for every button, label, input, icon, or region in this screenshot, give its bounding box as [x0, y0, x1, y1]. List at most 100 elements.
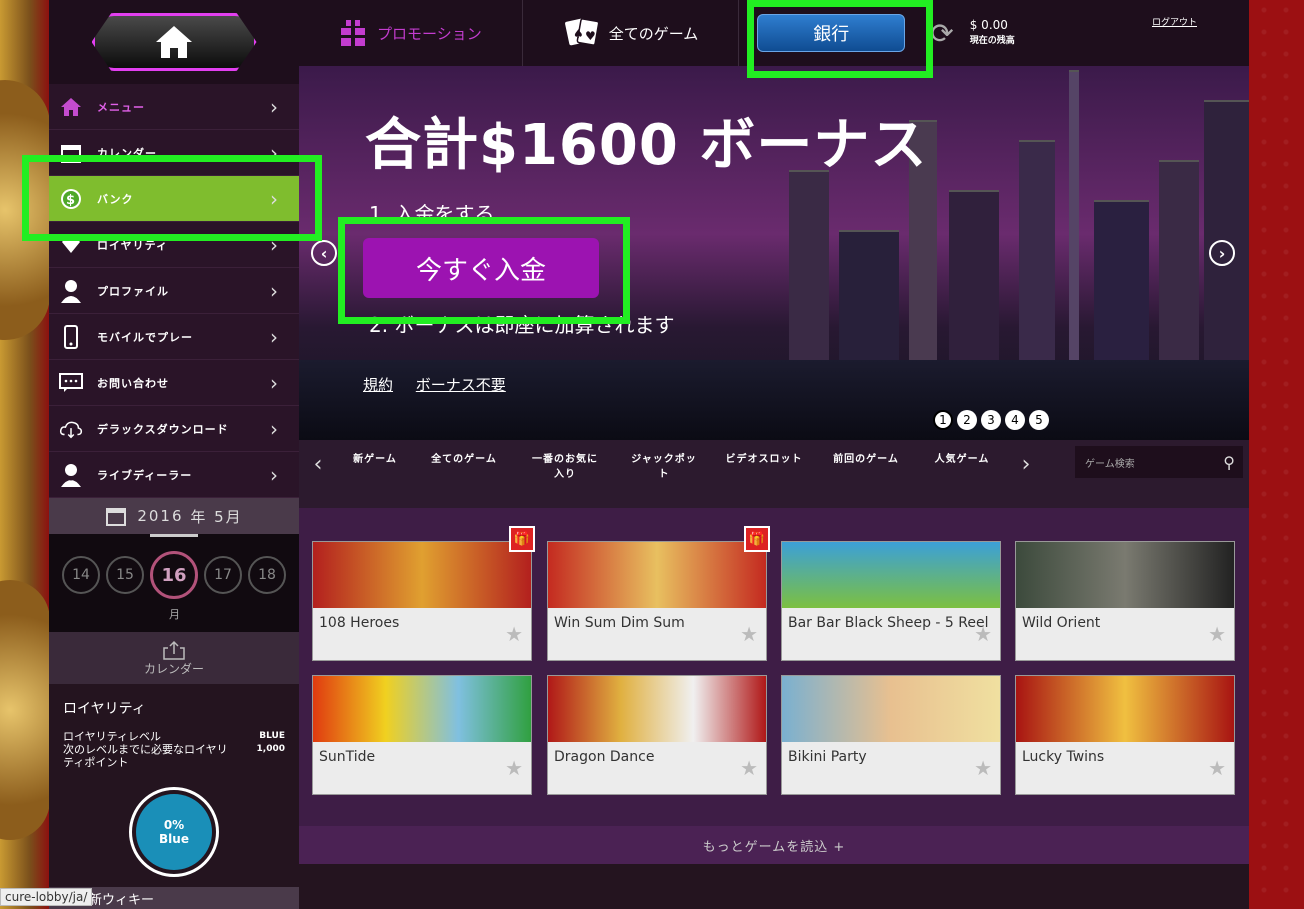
game-card[interactable]: Win Sum Dim Sum ★ 🎁	[547, 526, 770, 661]
share-icon	[163, 640, 185, 660]
gauge-level: Blue	[159, 832, 189, 846]
cards-icon: ♠ ♥	[564, 18, 600, 46]
game-thumbnail	[782, 676, 1000, 742]
decorative-coins	[0, 0, 50, 909]
terms-link[interactable]: 規約	[363, 376, 393, 394]
game-card[interactable]: SunTide ★	[312, 675, 532, 795]
sidebar-item-label: プロファイル	[97, 284, 169, 298]
balance-display: $ 0.00 現在の残高	[970, 18, 1015, 48]
category-prev-icon[interactable]: ‹	[299, 452, 337, 477]
calendar-day[interactable]: 15	[106, 556, 144, 594]
favorite-star-icon[interactable]: ★	[505, 622, 523, 646]
game-thumbnail	[313, 676, 531, 742]
sidebar-item-live-dealer[interactable]: ライブディーラー ›	[49, 452, 299, 498]
banner-page-dot[interactable]: 4	[1005, 410, 1025, 430]
game-thumbnail	[1016, 542, 1234, 608]
skyline-building	[1204, 100, 1249, 360]
game-card[interactable]: Bikini Party ★	[781, 675, 1001, 795]
game-card[interactable]: Dragon Dance ★	[547, 675, 767, 795]
game-title: Bikini Party	[788, 749, 867, 765]
sidebar-item-label: メニュー	[97, 100, 145, 114]
game-card[interactable]: Wild Orient ★	[1015, 541, 1235, 661]
category-popular[interactable]: 人気ゲーム	[929, 452, 995, 467]
sidebar-item-label: ライブディーラー	[97, 468, 193, 482]
water	[299, 360, 1249, 440]
loyalty-level-label: ロイヤリティレベル	[63, 730, 162, 743]
game-card[interactable]: Lucky Twins ★	[1015, 675, 1235, 795]
load-more-button[interactable]: もっとゲームを読込 +	[299, 826, 1249, 864]
calendar-month: 5月	[214, 507, 243, 526]
favorite-star-icon[interactable]: ★	[1208, 622, 1226, 646]
game-card[interactable]: Bar Bar Black Sheep - 5 Reel ★	[781, 541, 1001, 661]
favorite-star-icon[interactable]: ★	[505, 756, 523, 780]
calendar-day[interactable]: 14	[62, 556, 100, 594]
banner-page-dot[interactable]: 1	[933, 410, 953, 430]
favorite-star-icon[interactable]: ★	[1208, 756, 1226, 780]
banner-pagination: 1 2 3 4 5	[933, 410, 1049, 430]
game-title: Wild Orient	[1022, 615, 1101, 631]
game-title: SunTide	[319, 749, 376, 765]
favorite-star-icon[interactable]: ★	[974, 756, 992, 780]
chevron-right-icon: ›	[1218, 243, 1226, 263]
sidebar-item-mobile[interactable]: モバイルでプレー ›	[49, 314, 299, 360]
sidebar-item-menu[interactable]: メニュー ›	[49, 84, 299, 130]
loyalty-points-label: 次のレベルまでに必要なロイヤリティポイント	[63, 743, 228, 769]
category-favorites[interactable]: 一番のお気に入り	[527, 452, 603, 482]
game-card[interactable]: 108 Heroes ★ 🎁	[312, 526, 535, 661]
sidebar-item-download[interactable]: デラックスダウンロード ›	[49, 406, 299, 452]
skyline-building	[1094, 200, 1149, 360]
category-all[interactable]: 全てのゲーム	[425, 452, 503, 467]
banner-page-dot[interactable]: 5	[1029, 410, 1049, 430]
calendar-day-today[interactable]: 16	[150, 551, 198, 599]
search-icon[interactable]: ⚲	[1223, 453, 1235, 472]
category-video-slots[interactable]: ビデオスロット	[725, 452, 803, 467]
logout-link[interactable]: ログアウト	[1152, 15, 1197, 28]
sidebar-item-label: お問い合わせ	[97, 376, 169, 390]
gift-icon: 🎁	[744, 526, 770, 552]
cloud-download-icon	[59, 417, 83, 441]
dealer-icon	[59, 463, 83, 487]
all-games-tab[interactable]: ♠ ♥ 全てのゲーム	[523, 0, 740, 66]
banner-next-button[interactable]: ›	[1209, 240, 1235, 266]
game-title: Bar Bar Black Sheep - 5 Reel	[788, 615, 989, 631]
balance-amount: $ 0.00	[969, 18, 1008, 32]
calendar-day[interactable]: 18	[248, 556, 286, 594]
favorite-star-icon[interactable]: ★	[740, 756, 758, 780]
game-search-input[interactable]: ゲーム検索 ⚲	[1075, 446, 1243, 478]
refresh-icon[interactable]: ⟳	[930, 17, 953, 50]
game-thumbnail	[782, 542, 1000, 608]
highlight-box-bank-menu	[22, 155, 322, 241]
game-thumbnail	[548, 676, 766, 742]
game-title: Dragon Dance	[554, 749, 655, 765]
highlight-box-bank-button	[747, 0, 933, 78]
chevron-right-icon: ›	[270, 370, 279, 395]
all-games-label: 全てのゲーム	[608, 24, 699, 43]
banner-page-dot[interactable]: 3	[981, 410, 1001, 430]
banner-prev-button[interactable]: ‹	[311, 240, 337, 266]
promotions-tab[interactable]: プロモーション	[299, 0, 523, 66]
gift-icon: 🎁	[509, 526, 535, 552]
sidebar-item-profile[interactable]: プロファイル ›	[49, 268, 299, 314]
game-category-bar: ‹ 新ゲーム 全てのゲーム 一番のお気に入り ジャックポット ビデオスロット 前…	[299, 440, 1249, 508]
calendar-link[interactable]: カレンダー	[49, 632, 299, 684]
casino-lobby: メニュー › カレンダー › $ バンク › ロイヤリティ › プロファイル › モバイル…	[0, 0, 1249, 909]
calendar-day[interactable]: 17	[204, 556, 242, 594]
category-new[interactable]: 新ゲーム	[349, 452, 401, 467]
highlight-box-deposit	[338, 217, 630, 324]
chevron-right-icon: ›	[270, 278, 279, 303]
favorite-star-icon[interactable]: ★	[740, 622, 758, 646]
favorite-star-icon[interactable]: ★	[974, 622, 992, 646]
category-next-icon[interactable]: ›	[1007, 452, 1045, 477]
home-button[interactable]	[91, 13, 257, 71]
sidebar-item-contact[interactable]: お問い合わせ ›	[49, 360, 299, 406]
category-recent[interactable]: 前回のゲーム	[827, 452, 905, 467]
calendar-year: 2016	[137, 507, 184, 525]
category-jackpot[interactable]: ジャックポット	[627, 452, 701, 482]
status-url: cure-lobby/ja/	[0, 888, 93, 906]
svg-text:♠: ♠	[573, 27, 584, 41]
banner-page-dot[interactable]: 2	[957, 410, 977, 430]
no-bonus-link[interactable]: ボーナス不要	[416, 376, 506, 394]
banner-title: 合計$1600 ボーナス	[365, 113, 928, 178]
promotions-label: プロモーション	[377, 24, 482, 43]
calendar-indicator	[150, 534, 198, 537]
